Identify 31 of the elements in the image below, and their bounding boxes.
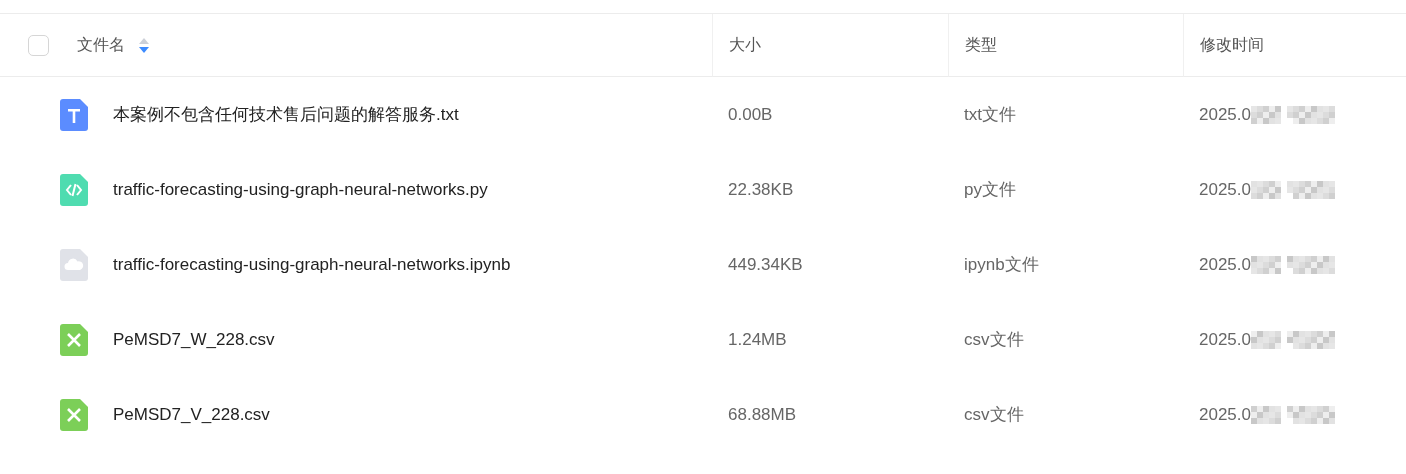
text-file-icon <box>60 98 88 131</box>
modified-date: 2025.0 <box>1199 329 1251 350</box>
modified-date: 2025.0 <box>1199 104 1251 125</box>
column-header: 类型 <box>965 34 997 55</box>
file-type: csv文件 <box>964 329 1024 351</box>
file-size: 0.00B <box>728 104 773 125</box>
modified-date: 2025.0 <box>1199 254 1251 275</box>
file-size: 1.24MB <box>728 329 787 350</box>
file-name[interactable]: 本案例不包含任何技术售后问题的解答服务.txt <box>113 103 459 126</box>
sort-icon[interactable] <box>139 37 149 53</box>
file-type: csv文件 <box>964 404 1024 426</box>
modified-date: 2025.0 <box>1199 179 1251 200</box>
file-size: 22.38KB <box>728 179 794 200</box>
file-type: txt文件 <box>964 104 1016 126</box>
file-name[interactable]: traffic-forecasting-using-graph-neural-networks.py <box>113 179 488 200</box>
file-size: 449.34KB <box>728 254 803 275</box>
spreadsheet-file-icon <box>60 398 88 431</box>
column-header: 大小 <box>729 34 761 55</box>
select-all-checkbox[interactable] <box>28 34 49 56</box>
modified-date: 2025.0 <box>1199 404 1251 425</box>
file-type: ipynb文件 <box>964 254 1039 276</box>
file-size: 68.88MB <box>728 404 797 425</box>
cloud-file-icon <box>60 248 88 281</box>
file-name[interactable]: PeMSD7_W_228.csv <box>113 329 275 350</box>
file-type: py文件 <box>964 179 1016 201</box>
file-name[interactable]: PeMSD7_V_228.csv <box>113 404 270 425</box>
file-name[interactable]: traffic-forecasting-using-graph-neural-networks.ipynb <box>113 254 511 275</box>
spreadsheet-file-icon <box>60 323 88 356</box>
column-header: 修改时间 <box>1200 34 1264 55</box>
column-header[interactable]: 文件名 <box>77 34 125 56</box>
code-file-icon <box>60 173 88 206</box>
